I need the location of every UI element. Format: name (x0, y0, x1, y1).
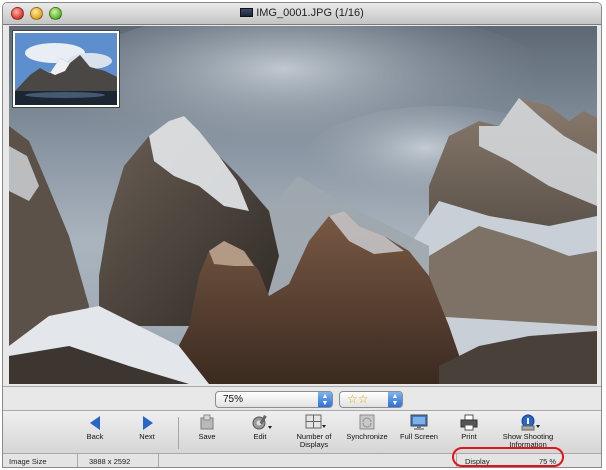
window-title-text: IMG_0001.JPG (1/16) (256, 7, 364, 19)
status-divider (77, 454, 78, 467)
back-arrow-icon (86, 414, 104, 431)
synchronize-label: Synchronize (346, 432, 388, 441)
image-file-icon (240, 8, 254, 17)
edit-icon (251, 414, 272, 431)
rating-select-arrows-icon: ▲ ▼ (388, 392, 402, 407)
save-icon (198, 414, 216, 431)
navigator-thumbnail[interactable] (13, 31, 119, 107)
window-title: IMG_0001.JPG (1/16) (3, 7, 601, 19)
title-bar[interactable]: IMG_0001.JPG (1/16) (3, 3, 601, 25)
zoom-select-arrows-icon: ▲ ▼ (318, 392, 332, 407)
zoom-and-rating-bar: 75% ▲ ▼ ☆☆ ▲ ▼ (3, 386, 601, 410)
rating-select-value: ☆☆ (347, 392, 369, 406)
synchronize-icon (358, 414, 376, 431)
display-highlight-circle (452, 447, 564, 467)
full-screen-monitor-icon (410, 414, 428, 431)
synchronize-button[interactable]: Synchronize (337, 414, 397, 452)
next-label: Next (139, 432, 155, 441)
next-button[interactable]: Next (117, 414, 177, 452)
edit-button[interactable]: Edit (230, 414, 290, 452)
shooting-info-icon (519, 414, 540, 431)
rating-select[interactable]: ☆☆ ▲ ▼ (339, 391, 403, 408)
grid-displays-icon (305, 414, 326, 431)
next-arrow-icon (138, 414, 156, 431)
status-divider (158, 454, 159, 467)
number-of-displays-button[interactable]: Number of Displays (284, 414, 344, 452)
printer-icon (460, 414, 478, 431)
zoom-select-value: 75% (223, 394, 244, 405)
image-size-value: 3888 x 2592 (89, 457, 131, 466)
back-label: Back (86, 432, 104, 441)
zoom-select[interactable]: 75% ▲ ▼ (215, 391, 333, 408)
image-size-label: Image Size (9, 457, 47, 466)
image-viewer-window: IMG_0001.JPG (1/16) 75% ▲ ▼ ☆☆ ▲ ▼ Back … (2, 2, 602, 468)
save-label: Save (198, 432, 216, 441)
image-display-area[interactable] (9, 26, 597, 384)
thumbnail-preview (15, 33, 117, 105)
back-button[interactable]: Back (65, 414, 125, 452)
number-of-displays-label-2: Displays (299, 440, 329, 449)
save-button[interactable]: Save (177, 414, 237, 452)
print-label: Print (461, 432, 477, 441)
edit-label: Edit (253, 432, 267, 441)
